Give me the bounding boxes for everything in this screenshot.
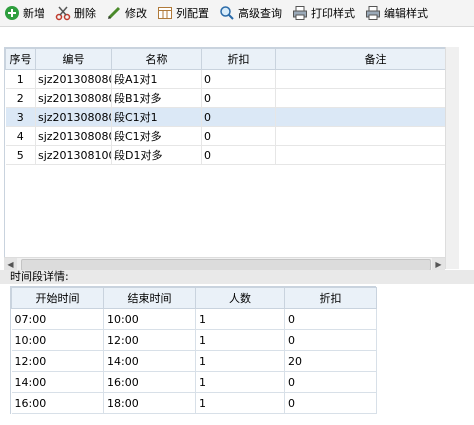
main-grid-header: 序号 编号 名称 折扣 备注 [5,48,446,70]
cell-discount: 0 [284,371,377,393]
cell-discount: 0 [201,107,276,127]
cell-people: 1 [195,350,285,372]
col-header-start-time[interactable]: 开始时间 [11,287,104,309]
cell-name: 段C1对多 [111,126,202,146]
col-header-name[interactable]: 名称 [111,48,202,70]
columns-icon [157,5,173,21]
cell-name: 段D1对多 [111,145,202,165]
advanced-search-button[interactable]: 高级查询 [215,2,288,24]
cell-end-time: 14:00 [103,350,196,372]
edit-label: 修改 [125,7,147,20]
cell-remark [275,145,446,165]
cell-index: 2 [5,88,36,108]
plus-icon [4,5,20,21]
horizontal-scrollbar[interactable]: ◀ ▶ [4,257,445,271]
cell-end-time: 12:00 [103,329,196,351]
cell-discount: 0 [201,126,276,146]
cell-remark [275,88,446,108]
cell-remark [275,107,446,127]
table-row[interactable]: 14:00 16:00 1 0 [11,371,377,393]
cell-code: sjz2013081000 [35,145,112,165]
main-grid: 序号 编号 名称 折扣 备注 1 sjz2013080800 段A1对1 0 2… [5,48,446,165]
cell-name: 段A1对1 [111,69,202,89]
cell-discount: 0 [284,308,377,330]
cell-index: 5 [5,145,36,165]
cell-end-time: 10:00 [103,308,196,330]
cell-people: 1 [195,308,285,330]
add-label: 新增 [23,7,45,20]
cell-start-time: 10:00 [11,329,104,351]
vertical-scrollbar[interactable] [445,47,459,269]
scissors-icon [55,5,71,21]
cell-discount: 0 [284,329,377,351]
col-header-remark[interactable]: 备注 [275,48,446,70]
table-row[interactable]: 2 sjz2013080800 段B1对多 0 [5,88,446,108]
printer-icon [365,5,381,21]
cell-name: 段C1对1 [111,107,202,127]
detail-grid: 开始时间 结束时间 人数 折扣 07:00 10:00 1 0 10:00 12… [11,287,377,414]
col-header-discount[interactable]: 折扣 [201,48,276,70]
cell-people: 1 [195,392,285,414]
cell-end-time: 18:00 [103,392,196,414]
pencil-icon [106,5,122,21]
cell-discount: 20 [284,350,377,372]
cell-discount: 0 [201,145,276,165]
advanced-search-label: 高级查询 [238,7,282,20]
col-header-end-time[interactable]: 结束时间 [103,287,196,309]
detail-grid-header: 开始时间 结束时间 人数 折扣 [11,287,377,309]
cell-index: 1 [5,69,36,89]
cell-code: sjz2013080800 [35,107,112,127]
detail-grid-panel: 开始时间 结束时间 人数 折扣 07:00 10:00 1 0 10:00 12… [10,286,377,414]
delete-label: 删除 [74,7,96,20]
col-header-discount[interactable]: 折扣 [284,287,377,309]
cell-name: 段B1对多 [111,88,202,108]
main-grid-panel: 序号 编号 名称 折扣 备注 1 sjz2013080800 段A1对1 0 2… [4,47,446,271]
cell-start-time: 16:00 [11,392,104,414]
search-icon [219,5,235,21]
cell-index: 4 [5,126,36,146]
edit-button[interactable]: 修改 [102,2,153,24]
toolbar: 新增 删除 修改 列配置 高级查询 打印样式 编辑样式 [0,0,474,27]
cell-start-time: 07:00 [11,308,104,330]
table-row[interactable]: 16:00 18:00 1 0 [11,392,377,414]
col-header-index[interactable]: 序号 [5,48,36,70]
cell-discount: 0 [201,88,276,108]
cell-remark [275,126,446,146]
table-row[interactable]: 10:00 12:00 1 0 [11,329,377,351]
edit-style-button[interactable]: 编辑样式 [361,2,434,24]
cell-code: sjz2013080800 [35,69,112,89]
table-row[interactable]: 12:00 14:00 1 20 [11,350,377,372]
edit-style-label: 编辑样式 [384,7,428,20]
table-row[interactable]: 1 sjz2013080800 段A1对1 0 [5,69,446,89]
col-header-people[interactable]: 人数 [195,287,285,309]
cell-start-time: 14:00 [11,371,104,393]
delete-button[interactable]: 删除 [51,2,102,24]
cell-discount: 0 [201,69,276,89]
cell-code: sjz2013080800 [35,88,112,108]
cell-people: 1 [195,371,285,393]
print-style-button[interactable]: 打印样式 [288,2,361,24]
print-style-label: 打印样式 [311,7,355,20]
column-config-label: 列配置 [176,7,209,20]
cell-people: 1 [195,329,285,351]
cell-remark [275,69,446,89]
cell-discount: 0 [284,392,377,414]
cell-start-time: 12:00 [11,350,104,372]
printer-icon [292,5,308,21]
table-row[interactable]: 4 sjz2013080800 段C1对多 0 [5,126,446,146]
column-config-button[interactable]: 列配置 [153,2,215,24]
cell-end-time: 16:00 [103,371,196,393]
cell-index: 3 [5,107,36,127]
table-row-selected[interactable]: 3 sjz2013080800 段C1对1 0 [5,107,446,127]
detail-section-title: 时间段详情: [0,270,474,284]
cell-code: sjz2013080800 [35,126,112,146]
col-header-code[interactable]: 编号 [35,48,112,70]
table-row[interactable]: 5 sjz2013081000 段D1对多 0 [5,145,446,165]
add-button[interactable]: 新增 [0,2,51,24]
table-row[interactable]: 07:00 10:00 1 0 [11,308,377,330]
